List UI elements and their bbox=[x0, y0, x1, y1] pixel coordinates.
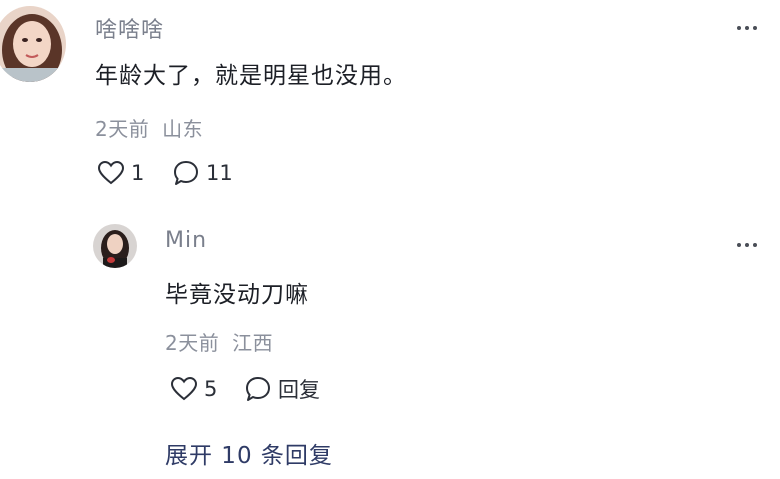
reply-text: 毕竟没动刀嘛 bbox=[165, 282, 309, 308]
reply-meta: 2天前 江西 bbox=[165, 327, 273, 356]
speech-bubble-icon bbox=[246, 377, 270, 401]
more-options-icon[interactable] bbox=[737, 26, 757, 30]
comment-reply-button[interactable]: 11 bbox=[172, 158, 233, 188]
comment-location: 山东 bbox=[162, 117, 204, 141]
comment-text: 年龄大了，就是明星也没用。 bbox=[95, 63, 407, 89]
comment-meta: 2天前 山东 bbox=[95, 113, 203, 142]
commenter-username[interactable]: 啥啥啥 bbox=[95, 12, 164, 44]
reply-like-button[interactable]: 5 bbox=[170, 374, 217, 404]
comment-time: 2天前 bbox=[95, 117, 150, 141]
replier-username[interactable]: Min bbox=[165, 228, 207, 253]
reply-button-label: 回复 bbox=[278, 378, 320, 402]
reply-reply-button[interactable]: 回复 bbox=[244, 374, 320, 404]
heart-outline-icon bbox=[97, 160, 125, 185]
speech-bubble-icon bbox=[174, 161, 198, 185]
heart-outline-icon bbox=[170, 376, 198, 401]
replier-avatar[interactable] bbox=[93, 224, 137, 268]
comment-like-count: 1 bbox=[131, 161, 145, 185]
expand-replies-link[interactable]: 展开 10 条回复 bbox=[165, 436, 333, 470]
reply-location: 江西 bbox=[232, 331, 274, 355]
comment-reply-count: 11 bbox=[206, 161, 233, 185]
commenter-avatar[interactable] bbox=[0, 6, 66, 82]
reply-like-count: 5 bbox=[204, 377, 218, 401]
reply-more-options-icon[interactable] bbox=[737, 243, 757, 247]
comment-like-button[interactable]: 1 bbox=[97, 158, 144, 188]
reply-time: 2天前 bbox=[165, 331, 220, 355]
